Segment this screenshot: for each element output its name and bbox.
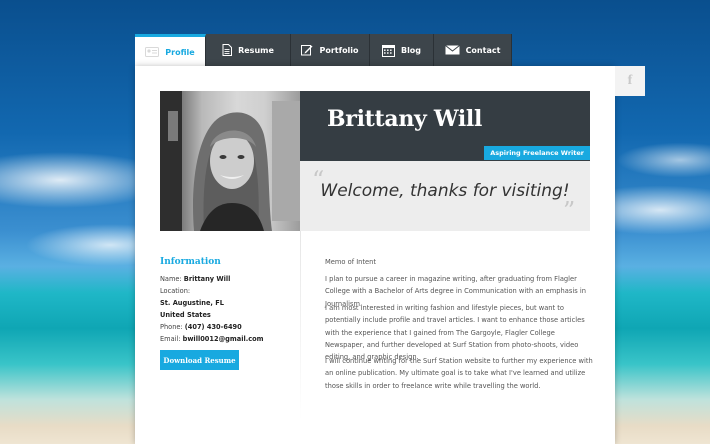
tab-portfolio[interactable]: Portfolio	[291, 34, 370, 66]
info-heading: Information	[160, 257, 221, 267]
pencil-icon	[301, 45, 313, 56]
profile-photo	[160, 91, 300, 231]
info-phone-label: Phone:	[160, 323, 183, 331]
info-city-value: St. Augustine, FL	[160, 299, 224, 307]
tab-label: Portfolio	[319, 45, 359, 55]
memo-paragraph-3: I will continue writing for the Surf Sta…	[325, 357, 593, 390]
calendar-icon	[381, 44, 395, 57]
profile-name: Brittany Will	[327, 106, 483, 132]
tab-profile[interactable]: Profile	[135, 34, 206, 67]
info-name-label: Name:	[160, 275, 182, 283]
facebook-icon[interactable]: f	[615, 66, 645, 96]
info-phone-value: (407) 430-6490	[184, 323, 242, 331]
memo-title: Memo of Intent	[325, 258, 376, 266]
info-email-row: Email: bwill0012@gmail.com	[160, 335, 264, 343]
tab-contact[interactable]: Contact	[434, 34, 512, 66]
tab-label: Resume	[238, 45, 274, 55]
info-email-label: Email:	[160, 335, 181, 343]
tab-resume[interactable]: Resume	[206, 34, 291, 66]
welcome-text: Welcome, thanks for visiting!	[320, 181, 570, 201]
info-email-value[interactable]: bwill0012@gmail.com	[183, 335, 264, 343]
info-name-row: Name: Brittany Will	[160, 275, 230, 283]
tab-label: Profile	[165, 47, 195, 57]
info-city: St. Augustine, FL	[160, 299, 224, 307]
info-country: United States	[160, 311, 211, 319]
info-location-label: Location:	[160, 287, 191, 295]
close-quote-icon: ”	[563, 197, 576, 225]
envelope-icon	[444, 45, 460, 55]
document-icon	[222, 44, 233, 56]
download-resume-button[interactable]: Download Resume	[160, 350, 239, 370]
tab-bar: Profile Resume Portfolio Blog Contact	[135, 34, 512, 67]
column-divider	[300, 231, 301, 421]
tab-blog[interactable]: Blog	[370, 34, 434, 66]
info-phone-row: Phone: (407) 430-6490	[160, 323, 242, 331]
role-badge: Aspiring Freelance Writer	[484, 146, 590, 160]
info-country-value: United States	[160, 311, 211, 319]
tab-label: Contact	[465, 45, 501, 55]
info-name-value: Brittany Will	[183, 275, 231, 283]
id-card-icon	[145, 47, 160, 57]
tab-label: Blog	[400, 45, 422, 55]
